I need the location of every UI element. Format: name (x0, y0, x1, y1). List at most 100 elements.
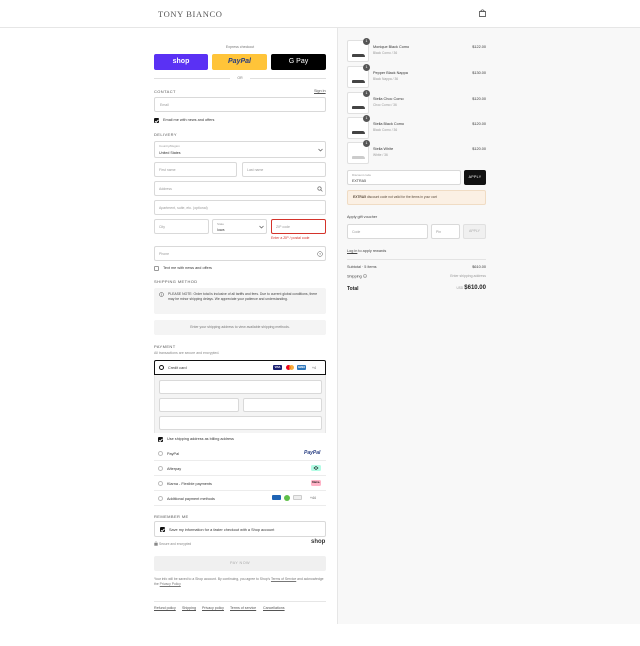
gift-code-placeholder: Code (352, 230, 361, 234)
header: TONY BIANCO (0, 0, 640, 28)
item-price: $122.00 (472, 45, 486, 49)
discount-error-code: EXTRA5 (353, 195, 367, 199)
additional-more-label: +44 (310, 496, 316, 500)
additional-payments-option[interactable]: Additional payment methods +44 (154, 491, 326, 506)
card-name-field[interactable] (159, 416, 322, 430)
info-icon[interactable] (363, 274, 367, 278)
text-news-checkbox[interactable] (154, 266, 159, 271)
secure-label: Secure and encrypted (159, 542, 192, 546)
order-summary-panel (337, 28, 640, 624)
zip-placeholder: ZIP code (276, 225, 290, 229)
lock-icon (154, 541, 158, 546)
shipping-value: Enter shipping address (450, 274, 486, 278)
paypal-radio[interactable] (158, 451, 163, 456)
card-number-field[interactable] (159, 380, 322, 394)
email-field[interactable]: Email (154, 97, 326, 112)
brand-logo[interactable]: TONY BIANCO (158, 9, 222, 19)
item-name: Monique Black Como (373, 45, 410, 49)
city-field[interactable]: City (154, 219, 209, 234)
credit-card-label: Credit card (168, 366, 187, 370)
country-label: Country/Region (159, 144, 180, 148)
item-variant: Black Como / 36 (373, 128, 398, 132)
gift-code-field[interactable]: Code (347, 224, 428, 239)
credit-card-option[interactable]: Credit card VISA AMEX +4 (154, 360, 326, 375)
search-icon[interactable] (317, 186, 323, 192)
email-news-checkbox[interactable] (154, 118, 159, 123)
footer-shipping-link[interactable]: Shipping (182, 606, 196, 610)
shop-pay-button[interactable]: shop (154, 54, 208, 70)
klarna-radio[interactable] (158, 481, 163, 486)
apartment-field[interactable]: Apartment, suite, etc. (optional) (154, 200, 326, 215)
item-price: $120.00 (472, 147, 486, 151)
address-placeholder: Address (159, 187, 172, 191)
privacy-link[interactable]: Privacy Policy (160, 582, 181, 586)
paypal-logo: PayPal (228, 58, 251, 65)
help-icon[interactable]: ? (317, 251, 323, 257)
first-name-field[interactable]: First name (154, 162, 237, 177)
footer-privacy-link[interactable]: Privacy policy (202, 606, 224, 610)
gift-pin-field[interactable]: Pin (431, 224, 460, 239)
additional-payments-radio[interactable] (158, 496, 163, 501)
discount-label: Discount code (352, 173, 372, 177)
apply-discount-button[interactable]: APPLY (464, 170, 486, 185)
shipping-label: Shipping (347, 274, 362, 279)
footer-cancellations-link[interactable]: Cancellations (263, 606, 285, 610)
paypal-option[interactable]: PayPal PayPal (154, 446, 326, 461)
afterpay-icon (311, 465, 321, 471)
afterpay-radio[interactable] (158, 466, 163, 471)
google-pay-button[interactable]: G Pay (271, 54, 326, 70)
phone-field[interactable]: Phone ? (154, 246, 326, 261)
item-name: Stella Black Como (373, 122, 405, 126)
sign-in-link[interactable]: Sign in (314, 89, 326, 93)
apply-gift-button[interactable]: APPLY (463, 224, 486, 239)
login-link[interactable]: Log in (347, 249, 357, 253)
quantity-badge: 1 (363, 38, 370, 45)
shopping-bag-icon[interactable] (479, 9, 486, 17)
paypal-button[interactable]: PayPal (212, 54, 267, 70)
afterpay-option-label: Afterpay (167, 467, 182, 471)
country-select[interactable]: Country/Region United States (154, 141, 326, 158)
credit-card-radio[interactable] (159, 365, 164, 370)
chevron-down-icon (318, 148, 323, 152)
discount-error-text: discount code not valid for the items in… (366, 195, 437, 199)
footer-divider (154, 601, 326, 602)
state-select[interactable]: State Iowa (212, 219, 267, 234)
discount-code-field[interactable]: Discount code EXTRA5 (347, 170, 461, 185)
pay-now-button[interactable]: PAY NOW (154, 556, 326, 571)
afterpay-option[interactable]: Afterpay (154, 461, 326, 476)
shipping-label-row: Shipping (347, 274, 367, 279)
phone-placeholder: Phone (159, 252, 170, 256)
payment-subtitle: All transactions are secure and encrypte… (154, 351, 220, 355)
gift-voucher-heading: Apply gift voucher (347, 215, 378, 219)
discount-error-banner: EXTRA5 discount code not valid for the i… (347, 190, 486, 205)
paypal-option-logo: PayPal (304, 450, 321, 456)
last-name-placeholder: Last name (247, 168, 264, 172)
rewards-line: Log in to apply rewards (347, 249, 386, 253)
quantity-badge: 1 (363, 64, 370, 71)
shoe-image (352, 54, 365, 57)
legal-text: Your info will be saved to a Shop accoun… (154, 577, 326, 587)
shipping-methods-placeholder: Enter your shipping address to view avai… (154, 320, 326, 335)
shoe-image (352, 156, 365, 159)
footer-refund-link[interactable]: Refund policy (154, 606, 176, 610)
quantity-badge: 1 (363, 140, 370, 147)
terms-link[interactable]: Terms of Service (271, 577, 296, 581)
save-info-label: Save my information for a faster checkou… (169, 528, 275, 532)
address-field[interactable]: Address (154, 181, 326, 196)
use-shipping-checkbox[interactable] (158, 437, 163, 442)
footer-terms-link[interactable]: Terms of service (230, 606, 256, 610)
card-cvv-field[interactable] (243, 398, 322, 412)
klarna-option-label: Klarna - Flexible payments (167, 482, 212, 486)
divider-right (250, 78, 326, 79)
visa-icon: VISA (273, 365, 282, 370)
save-info-checkbox[interactable] (160, 527, 165, 532)
chevron-down-icon (259, 225, 264, 229)
last-name-field[interactable]: Last name (242, 162, 326, 177)
delivery-heading: DELIVERY (154, 132, 177, 137)
klarna-option[interactable]: Klarna - Flexible payments Klarna. (154, 476, 326, 491)
item-price: $120.00 (472, 122, 486, 126)
contact-heading: CONTACT (154, 89, 176, 94)
item-variant: Black Como / 36 (373, 51, 398, 55)
zip-field[interactable]: ZIP code (271, 219, 326, 234)
card-expiry-field[interactable] (159, 398, 239, 412)
